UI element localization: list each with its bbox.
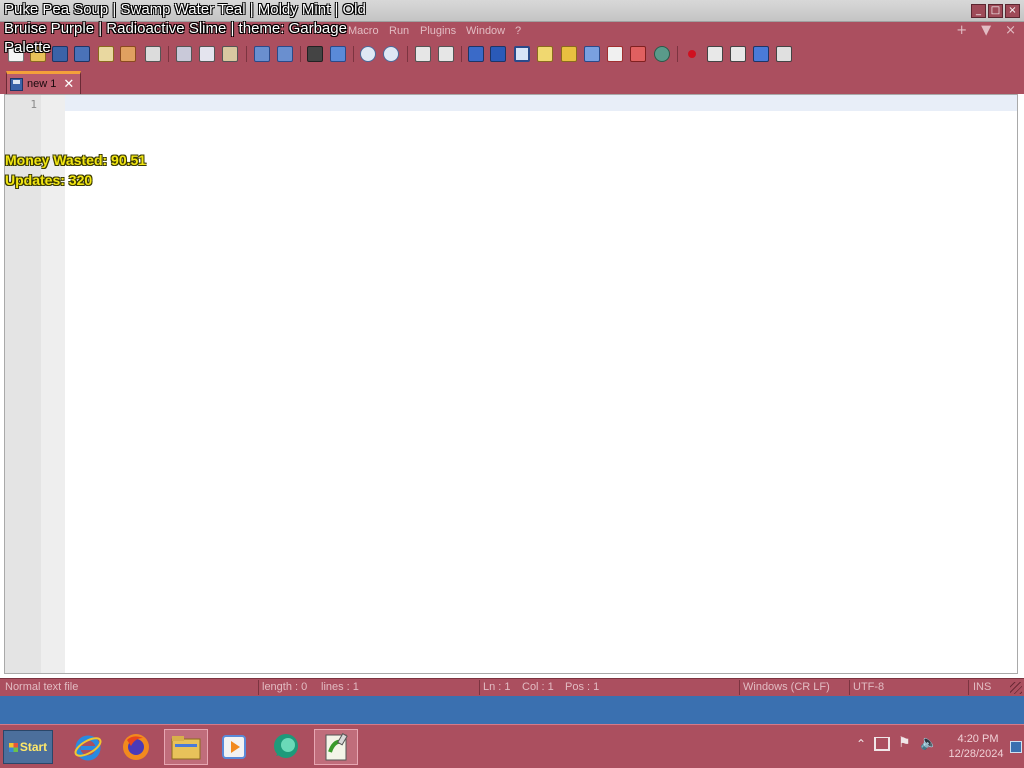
doc-list-icon[interactable] [630,46,646,62]
stats-overlay: Money Wasted: 90.51 Updates: 320 [5,150,146,190]
taskbar-firefox[interactable] [114,729,158,765]
menu-window[interactable]: Window [466,25,505,37]
menu-right-controls: + ▼ × [956,23,1016,38]
playback-macro-icon[interactable] [730,46,746,62]
status-encoding[interactable]: UTF-8 [853,681,884,693]
run-macro-icon[interactable] [753,46,769,62]
status-separator [258,680,259,695]
updates-text: Updates: 320 [5,172,93,188]
window-controls: _ □ × [971,4,1020,18]
status-separator [739,680,740,695]
status-lines: lines : 1 [321,681,359,693]
taskbar-file-explorer[interactable] [164,729,208,765]
menu-run[interactable]: Run [389,25,409,37]
status-separator [849,680,850,695]
sync-vertical-icon[interactable] [415,46,431,62]
line-number: 1 [30,98,37,111]
menu-help[interactable]: ? [515,25,521,37]
firefox-icon [123,734,149,760]
indent-guide-icon[interactable] [514,46,530,62]
taskbar: Start ⌃ ⚑ 🔈 4:20 PM 12/28/2024 [0,724,1024,768]
folder-icon [171,736,201,760]
clock-time[interactable]: 4:20 PM [948,733,1008,745]
tab-new-1[interactable]: new 1 ✕ [6,71,81,94]
money-wasted-text: Money Wasted: 90.51 [5,152,147,168]
taskbar-notepad-plus-plus[interactable] [314,729,358,765]
menu-plugins[interactable]: Plugins [420,25,456,37]
close-doc-icon[interactable]: × [1005,23,1016,38]
function-list-icon[interactable] [584,46,600,62]
chat-app-icon [274,734,298,758]
taskbar-internet-explorer[interactable] [66,729,110,765]
zoom-out-icon[interactable] [383,46,399,62]
show-desktop-icon[interactable] [1010,741,1022,753]
file-saved-icon [10,77,23,91]
network-icon[interactable] [874,737,890,751]
status-separator [968,680,969,695]
show-all-chars-icon[interactable] [490,46,506,62]
internet-explorer-icon [74,735,102,761]
action-center-flag-icon[interactable]: ⚑ [898,735,911,751]
minimize-button[interactable]: _ [971,4,986,18]
status-col: Col : 1 [522,681,554,693]
close-button[interactable]: × [1005,4,1020,18]
toolbar-separator [407,46,408,62]
start-label: Start [19,740,48,754]
clock-date[interactable]: 12/28/2024 [940,748,1012,760]
monitoring-icon[interactable] [654,46,670,62]
tab-list-icon[interactable]: ▼ [981,23,991,38]
media-player-icon [222,735,246,759]
screen: _ □ × Macro Run Plugins Window ? + ▼ × n… [0,0,1024,768]
tab-label: new 1 [27,78,57,90]
start-button[interactable]: Start [3,730,53,764]
notepad-plus-plus-icon [325,732,348,761]
status-eol[interactable]: Windows (CR LF) [743,681,830,693]
speaker-muted-icon[interactable]: 🔈 [920,735,937,751]
taskbar-chat-app[interactable] [264,729,308,765]
tab-close-icon[interactable]: ✕ [63,77,74,92]
windows-logo-icon [8,742,18,752]
sync-horizontal-icon[interactable] [438,46,454,62]
text-area[interactable] [65,111,1017,673]
status-ln: Ln : 1 [483,681,511,693]
status-insert-mode[interactable]: INS [973,681,991,693]
status-bar: Normal text file length : 0 lines : 1 Ln… [0,678,1024,696]
system-tray: ⌃ ⚑ 🔈 4:20 PM 12/28/2024 [852,725,1024,768]
status-separator [479,680,480,695]
theme-palette-overlay: Puke Pea Soup | Swamp Water Teal | Moldy… [4,1,366,56]
show-hidden-icons-icon[interactable]: ⌃ [856,737,866,751]
maximize-button[interactable]: □ [988,4,1003,18]
taskbar-media-player[interactable] [212,729,256,765]
resize-grip[interactable] [1010,682,1022,694]
word-wrap-icon[interactable] [468,46,484,62]
status-pos: Pos : 1 [565,681,600,693]
save-macro-icon[interactable] [776,46,792,62]
new-tab-icon[interactable]: + [956,23,967,38]
udl-icon[interactable] [537,46,553,62]
doc-map-icon[interactable] [561,46,577,62]
record-macro-icon[interactable] [684,46,700,62]
editor[interactable]: 1 [4,94,1018,674]
status-file-type: Normal text file [5,681,79,693]
stop-macro-icon[interactable] [707,46,723,62]
current-line-highlight[interactable] [65,95,1017,111]
tab-bar: new 1 ✕ [0,66,1024,94]
status-length: length : 0 [262,681,308,693]
toolbar-separator [461,46,462,62]
desktop-background [0,696,1024,724]
folder-workspace-icon[interactable] [607,46,623,62]
toolbar-separator [677,46,678,62]
